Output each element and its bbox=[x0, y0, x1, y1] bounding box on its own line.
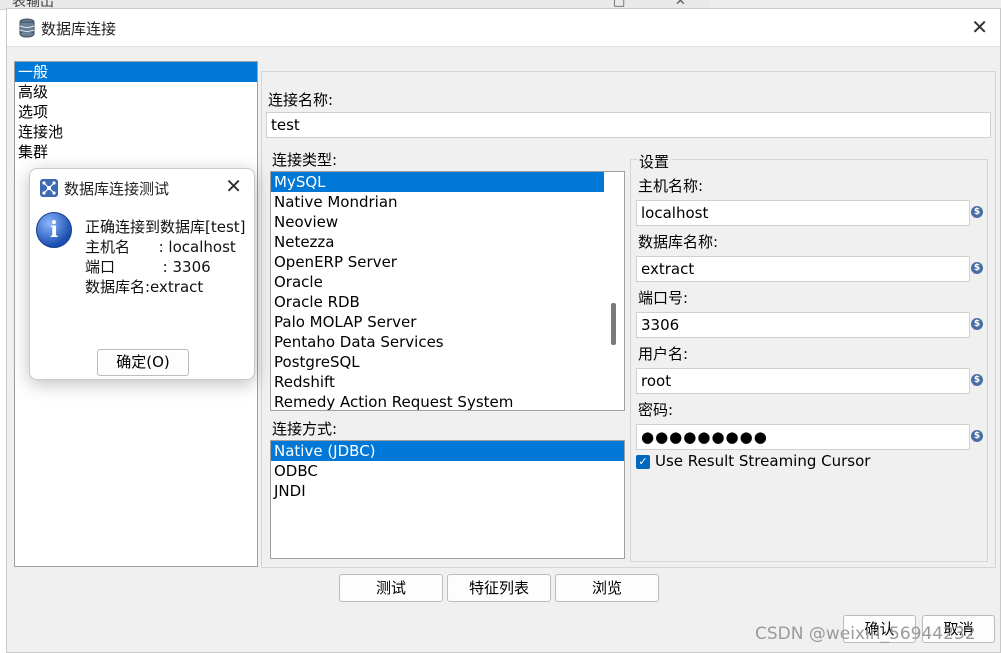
port-label: 端口号: bbox=[638, 289, 689, 307]
list-item[interactable]: Remedy Action Request System bbox=[271, 392, 624, 410]
list-item[interactable]: PostgreSQL bbox=[271, 352, 624, 372]
nav-item-options[interactable]: 选项 bbox=[15, 102, 257, 122]
connection-test-icon bbox=[40, 179, 58, 197]
popup-message-line: 正确连接到数据库[test] bbox=[85, 218, 246, 236]
database-name-label: 数据库名称: bbox=[638, 233, 719, 251]
list-item[interactable]: Oracle bbox=[271, 272, 624, 292]
password-input[interactable] bbox=[636, 424, 970, 450]
popup-message-line: 数据库名:extract bbox=[85, 278, 204, 296]
list-item[interactable]: ODBC bbox=[271, 461, 624, 481]
database-name-input[interactable] bbox=[636, 256, 970, 282]
username-label: 用户名: bbox=[638, 345, 689, 363]
port-input[interactable] bbox=[636, 312, 970, 338]
list-item[interactable]: JNDI bbox=[271, 481, 624, 501]
popup-message-line: 端口 : 3306 bbox=[85, 258, 211, 276]
browse-button[interactable]: 浏览 bbox=[555, 574, 659, 602]
list-item[interactable]: Netezza bbox=[271, 232, 624, 252]
streaming-cursor-label: Use Result Streaming Cursor bbox=[655, 452, 871, 470]
variable-icon[interactable]: $ bbox=[971, 374, 983, 386]
dialog-title: 数据库连接 bbox=[41, 20, 117, 38]
nav-item-pooling[interactable]: 连接池 bbox=[15, 122, 257, 142]
close-icon[interactable]: ✕ bbox=[971, 15, 988, 39]
list-item[interactable]: Pentaho Data Services bbox=[271, 332, 624, 352]
variable-icon[interactable]: $ bbox=[971, 430, 983, 442]
list-item[interactable]: Native (JDBC) bbox=[271, 441, 624, 461]
general-settings-panel: 连接名称: 连接类型: MySQL Native Mondrian Neovie… bbox=[261, 71, 996, 568]
connection-type-list[interactable]: MySQL Native Mondrian Neoview Netezza Op… bbox=[270, 171, 625, 411]
popup-message-line: 主机名 : localhost bbox=[85, 238, 236, 256]
feature-list-button[interactable]: 特征列表 bbox=[447, 574, 551, 602]
variable-icon[interactable]: $ bbox=[971, 262, 983, 274]
host-label: 主机名称: bbox=[638, 177, 704, 195]
popup-title: 数据库连接测试 bbox=[64, 180, 170, 198]
connection-name-input[interactable] bbox=[266, 112, 991, 138]
host-input[interactable] bbox=[636, 200, 970, 226]
info-icon: i bbox=[36, 212, 72, 248]
popup-ok-button[interactable]: 确定(O) bbox=[97, 349, 189, 376]
watermark: CSDN @weixin_56944232 bbox=[755, 624, 976, 644]
list-item[interactable]: MySQL bbox=[271, 172, 604, 192]
access-method-label: 连接方式: bbox=[272, 420, 338, 438]
connection-name-label: 连接名称: bbox=[268, 91, 334, 109]
streaming-cursor-checkbox[interactable]: ✓ bbox=[636, 455, 650, 469]
password-label: 密码: bbox=[638, 401, 674, 419]
dialog-titlebar: 数据库连接 ✕ bbox=[7, 9, 1000, 47]
variable-icon[interactable]: $ bbox=[971, 206, 983, 218]
settings-group: 设置 主机名称: $ 数据库名称: $ 端口号: $ 用户名: $ 密码: $ … bbox=[630, 151, 988, 562]
list-item[interactable]: Redshift bbox=[271, 372, 624, 392]
scroll-thumb[interactable] bbox=[611, 303, 616, 345]
connection-type-label: 连接类型: bbox=[272, 151, 338, 169]
test-button[interactable]: 测试 bbox=[339, 574, 443, 602]
connection-type-scrollbar[interactable] bbox=[605, 173, 623, 409]
database-icon bbox=[19, 18, 35, 38]
list-item[interactable]: Neoview bbox=[271, 212, 624, 232]
nav-item-advanced[interactable]: 高级 bbox=[15, 82, 257, 102]
list-item[interactable]: Palo MOLAP Server bbox=[271, 312, 624, 332]
list-item[interactable]: Oracle RDB bbox=[271, 292, 624, 312]
list-item[interactable]: Native Mondrian bbox=[271, 192, 624, 212]
settings-legend: 设置 bbox=[637, 151, 672, 172]
list-item[interactable]: OpenERP Server bbox=[271, 252, 624, 272]
nav-item-cluster[interactable]: 集群 bbox=[15, 142, 257, 162]
variable-icon[interactable]: $ bbox=[971, 318, 983, 330]
connection-test-popup: 数据库连接测试 ✕ i 正确连接到数据库[test] 主机名 : localho… bbox=[29, 168, 255, 380]
access-method-list[interactable]: Native (JDBC) ODBC JNDI bbox=[270, 440, 625, 559]
username-input[interactable] bbox=[636, 368, 970, 394]
nav-item-general[interactable]: 一般 bbox=[15, 62, 257, 82]
close-icon[interactable]: ✕ bbox=[225, 174, 242, 198]
